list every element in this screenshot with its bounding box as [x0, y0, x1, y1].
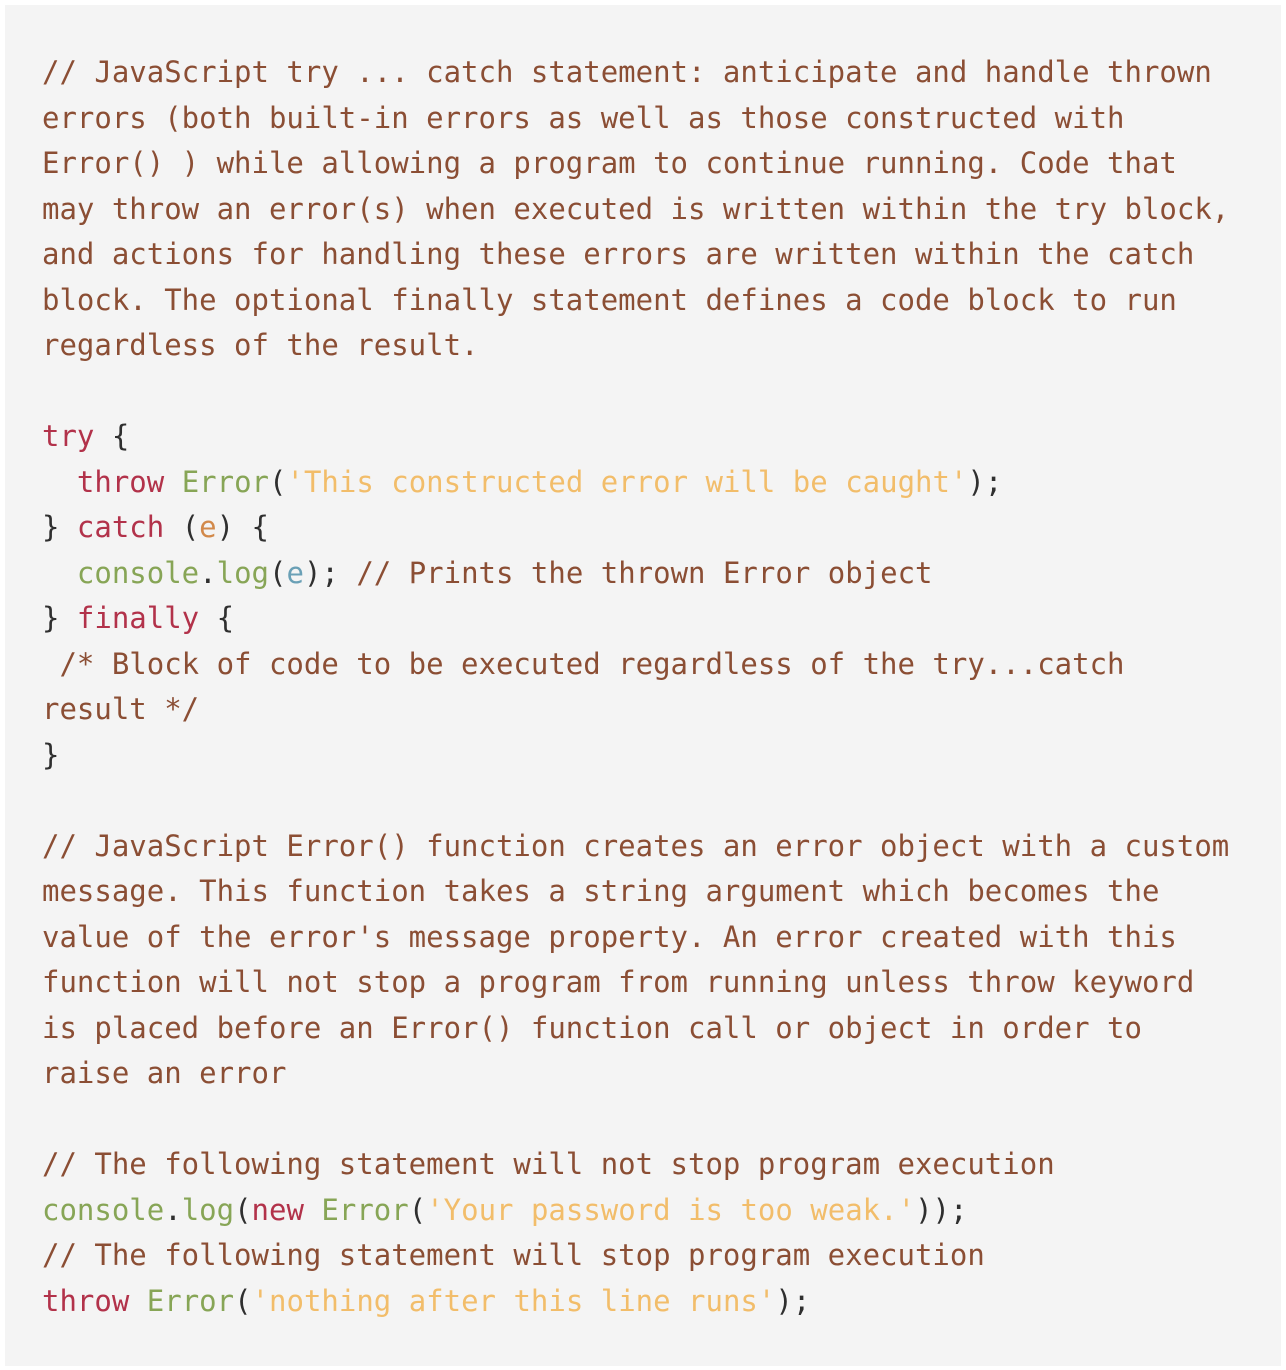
code-function-name: console: [76, 555, 200, 590]
code-parameter: e: [199, 510, 217, 544]
code-string: 'This constructed error will be caught': [286, 464, 968, 499]
code-comment: // The following statement will stop pro…: [42, 1238, 985, 1272]
code-line: throw Error('nothing after this line run…: [42, 1279, 1281, 1325]
code-punctuation: [304, 1193, 321, 1227]
code-line: value of the error's message property. A…: [42, 915, 1281, 961]
code-comment: value of the error's message property. A…: [42, 919, 1177, 954]
code-comment: errors (both built-in errors as well as …: [42, 100, 1125, 135]
code-variable: e: [286, 555, 304, 590]
code-comment: // JavaScript Error() function creates a…: [42, 828, 1230, 863]
code-line: /* Block of code to be executed regardle…: [42, 642, 1281, 688]
code-line: result */: [42, 687, 1281, 733]
code-keyword: finally: [76, 601, 200, 635]
code-punctuation: .: [199, 555, 217, 590]
code-punctuation: );: [775, 1283, 811, 1318]
code-punctuation: [42, 556, 77, 590]
code-line: function will not stop a program from ru…: [42, 960, 1281, 1006]
code-string: 'nothing after this line runs': [251, 1283, 776, 1318]
code-line: message. This function takes a string ar…: [42, 869, 1281, 915]
code-line: // JavaScript Error() function creates a…: [42, 824, 1281, 870]
code-keyword: throw: [76, 464, 165, 499]
code-keyword: catch: [76, 510, 165, 544]
code-comment: /* Block of code to be executed regardle…: [42, 646, 1125, 681]
code-line: is placed before an Error() function cal…: [42, 1006, 1281, 1052]
code-punctuation: [164, 465, 181, 499]
code-punctuation: {: [199, 601, 235, 635]
code-comment: function will not stop a program from ru…: [42, 965, 1195, 999]
code-comment: raise an error: [42, 1056, 287, 1090]
code-function-name: Error: [321, 1192, 409, 1227]
code-punctuation: (: [164, 510, 200, 544]
code-line: // JavaScript try ... catch statement: a…: [42, 50, 1281, 96]
code-punctuation: ) {: [216, 510, 270, 544]
code-function-name: log: [216, 555, 269, 590]
code-line: errors (both built-in errors as well as …: [42, 96, 1281, 142]
code-comment: message. This function takes a string ar…: [42, 874, 1160, 908]
code-punctuation: (: [408, 1192, 427, 1227]
code-comment: block. The optional finally statement de…: [42, 282, 1177, 317]
code-function-name: console: [42, 1192, 165, 1227]
code-punctuation: (: [234, 1192, 252, 1227]
code-line: regardless of the result.: [42, 323, 1281, 369]
code-comment: regardless of the result.: [42, 328, 479, 362]
code-line: } catch (e) {: [42, 505, 1281, 551]
code-line: throw Error('This constructed error will…: [42, 460, 1281, 506]
code-comment: // The following statement will not stop…: [42, 1147, 1055, 1181]
code-lines: // JavaScript try ... catch statement: a…: [42, 50, 1281, 1324]
code-punctuation: }: [42, 737, 60, 772]
code-comment: // JavaScript try ... catch statement: a…: [42, 55, 1212, 89]
code-punctuation: );: [303, 555, 357, 590]
code-punctuation: (: [234, 1283, 252, 1318]
code-line: // The following statement will stop pro…: [42, 1233, 1281, 1279]
code-punctuation: ));: [915, 1192, 968, 1227]
code-function-name: Error: [146, 1283, 235, 1318]
code-punctuation: .: [164, 1192, 182, 1227]
code-line: raise an error: [42, 1051, 1281, 1097]
code-punctuation: );: [967, 464, 1003, 499]
code-comment: // Prints the thrown Error object: [356, 555, 933, 590]
code-function-name: log: [181, 1192, 235, 1227]
code-comment: may throw an error(s) when executed is w…: [42, 191, 1230, 226]
code-line: console.log(e); // Prints the thrown Err…: [42, 551, 1281, 597]
code-punctuation: [129, 1284, 146, 1318]
code-keyword: throw: [42, 1283, 130, 1318]
code-punctuation: }: [42, 601, 77, 635]
code-line: console.log(new Error('Your password is …: [42, 1188, 1281, 1234]
code-punctuation: {: [94, 419, 130, 453]
code-keyword: try: [42, 419, 95, 453]
code-punctuation: [42, 465, 77, 499]
code-line: Error() ) while allowing a program to co…: [42, 141, 1281, 187]
code-punctuation: (: [269, 555, 287, 590]
code-line: try {: [42, 414, 1281, 460]
code-comment: Error() ) while allowing a program to co…: [42, 146, 1177, 180]
code-line: // The following statement will not stop…: [42, 1142, 1281, 1188]
code-comment: is placed before an Error() function cal…: [42, 1010, 1142, 1045]
code-punctuation: (: [269, 464, 287, 499]
code-keyword: new: [251, 1192, 304, 1227]
code-punctuation: }: [42, 510, 77, 544]
code-line: block. The optional finally statement de…: [42, 278, 1281, 324]
code-line: may throw an error(s) when executed is w…: [42, 187, 1281, 233]
code-function-name: Error: [181, 464, 270, 499]
code-line: and actions for handling these errors ar…: [42, 232, 1281, 278]
code-line: }: [42, 733, 1281, 779]
code-comment: and actions for handling these errors ar…: [42, 237, 1195, 271]
code-line: } finally {: [42, 596, 1281, 642]
code-string: 'Your password is too weak.': [426, 1192, 916, 1227]
code-block: // JavaScript try ... catch statement: a…: [5, 5, 1281, 1366]
code-comment: result */: [42, 692, 200, 726]
